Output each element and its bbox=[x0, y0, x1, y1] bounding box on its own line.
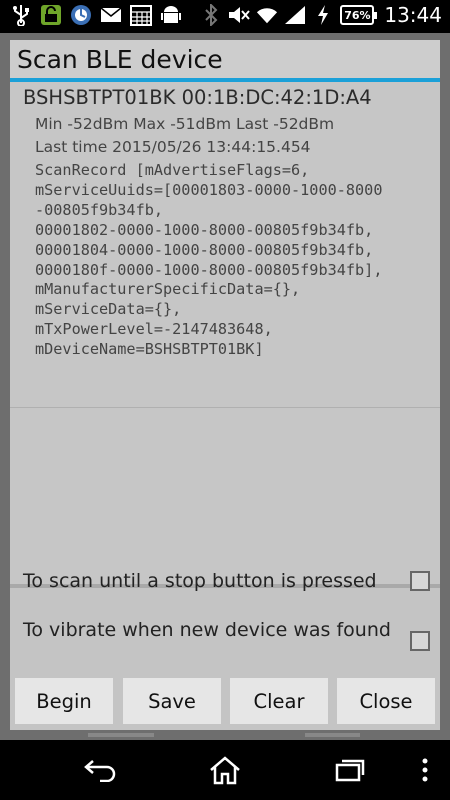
status-bar: 76% 13:44 bbox=[0, 0, 450, 33]
device-list[interactable]: BSHSBTPT01BK 00:1B:DC:42:1D:A4 Min -52dB… bbox=[10, 82, 440, 588]
navigation-bar bbox=[0, 740, 450, 800]
scan-until-stop-label: To scan until a stop button is pressed bbox=[23, 570, 377, 592]
device-scan-record: ScanRecord [mAdvertiseFlags=6, mServiceU… bbox=[35, 161, 383, 359]
begin-button[interactable]: Begin bbox=[15, 678, 113, 724]
back-icon[interactable] bbox=[80, 753, 120, 787]
charging-icon bbox=[312, 4, 334, 26]
scan-ble-dialog: Scan BLE device BSHSBTPT01BK 00:1B:DC:42… bbox=[10, 40, 440, 730]
recent-apps-icon[interactable] bbox=[330, 753, 370, 787]
device-rssi: Min -52dBm Max -51dBm Last -52dBm bbox=[35, 115, 335, 133]
battery-indicator: 76% bbox=[340, 5, 378, 25]
background-element bbox=[88, 733, 154, 737]
mute-icon bbox=[228, 4, 251, 26]
bluetooth-icon bbox=[200, 4, 222, 26]
background-element bbox=[305, 733, 360, 737]
vibrate-label: To vibrate when new device was found bbox=[23, 619, 391, 641]
vibrate-checkbox[interactable] bbox=[410, 631, 430, 651]
system-icons: 76% 13:44 bbox=[200, 3, 442, 27]
clear-button[interactable]: Clear bbox=[230, 678, 328, 724]
scan-until-stop-checkbox[interactable] bbox=[410, 571, 430, 591]
wifi-icon bbox=[256, 4, 278, 26]
lock-icon bbox=[40, 4, 62, 26]
calendar-icon bbox=[130, 4, 152, 26]
save-button[interactable]: Save bbox=[123, 678, 221, 724]
signal-icon bbox=[284, 4, 306, 26]
home-icon[interactable] bbox=[205, 753, 245, 787]
dialog-title-bar: Scan BLE device bbox=[10, 40, 440, 78]
android-icon bbox=[160, 4, 182, 26]
device-name-address: BSHSBTPT01BK 00:1B:DC:42:1D:A4 bbox=[23, 86, 372, 109]
sync-icon bbox=[70, 4, 92, 26]
scan-until-stop-option[interactable]: To scan until a stop button is pressed bbox=[10, 564, 440, 600]
dialog-title: Scan BLE device bbox=[17, 45, 223, 74]
menu-icon[interactable] bbox=[410, 753, 440, 787]
close-button[interactable]: Close bbox=[337, 678, 435, 724]
vibrate-option[interactable]: To vibrate when new device was found bbox=[10, 616, 440, 672]
device-list-item[interactable]: BSHSBTPT01BK 00:1B:DC:42:1D:A4 Min -52dB… bbox=[10, 82, 440, 407]
list-divider bbox=[10, 407, 440, 408]
mail-icon bbox=[100, 4, 122, 26]
clock: 13:44 bbox=[384, 3, 442, 27]
device-last-time: Last time 2015/05/26 13:44:15.454 bbox=[35, 138, 311, 156]
usb-icon bbox=[10, 4, 32, 26]
notification-icons bbox=[10, 4, 182, 26]
